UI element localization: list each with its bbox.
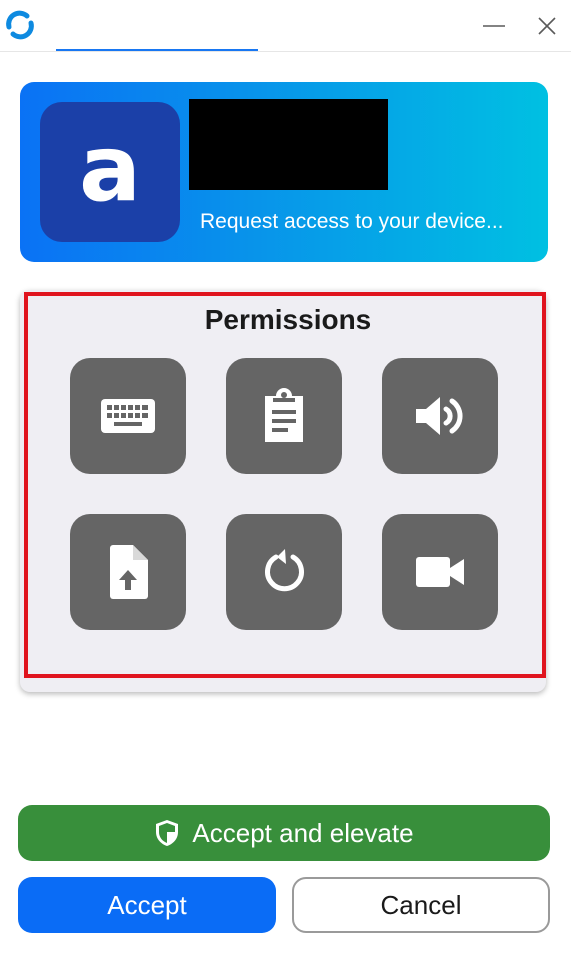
connection-request-card: a Request access to your device... (20, 82, 548, 262)
restart-icon (265, 549, 304, 592)
speaker-icon (416, 397, 463, 435)
permission-keyboard[interactable] (70, 358, 186, 474)
active-tab-indicator[interactable] (56, 49, 258, 51)
avatar-letter: a (78, 115, 142, 222)
permission-audio[interactable] (382, 358, 498, 474)
rustdesk-logo-icon (6, 10, 34, 40)
accept-button[interactable]: Accept (18, 877, 276, 933)
permission-recording[interactable] (382, 514, 498, 630)
keyboard-icon (101, 399, 155, 433)
permission-file-transfer[interactable] (70, 514, 186, 630)
clipboard-icon (265, 388, 303, 442)
permissions-title: Permissions (204, 304, 372, 335)
avatar: a (40, 102, 180, 242)
accept-and-elevate-button[interactable]: Accept and elevate (18, 805, 550, 861)
permission-restart[interactable] (226, 514, 342, 630)
close-icon[interactable] (531, 10, 563, 42)
accept-and-elevate-label: Accept and elevate (192, 817, 414, 848)
file-upload-icon (110, 545, 148, 599)
minimize-icon[interactable] (478, 10, 510, 42)
cancel-label: Cancel (380, 889, 462, 920)
redacted-peer-name (189, 99, 388, 190)
accept-label: Accept (107, 889, 187, 920)
request-access-text: Request access to your device... (200, 210, 504, 233)
cancel-button[interactable]: Cancel (292, 877, 550, 933)
shield-icon (156, 820, 179, 846)
permission-clipboard[interactable] (226, 358, 342, 474)
video-camera-icon (416, 557, 464, 587)
title-bar (0, 0, 571, 52)
